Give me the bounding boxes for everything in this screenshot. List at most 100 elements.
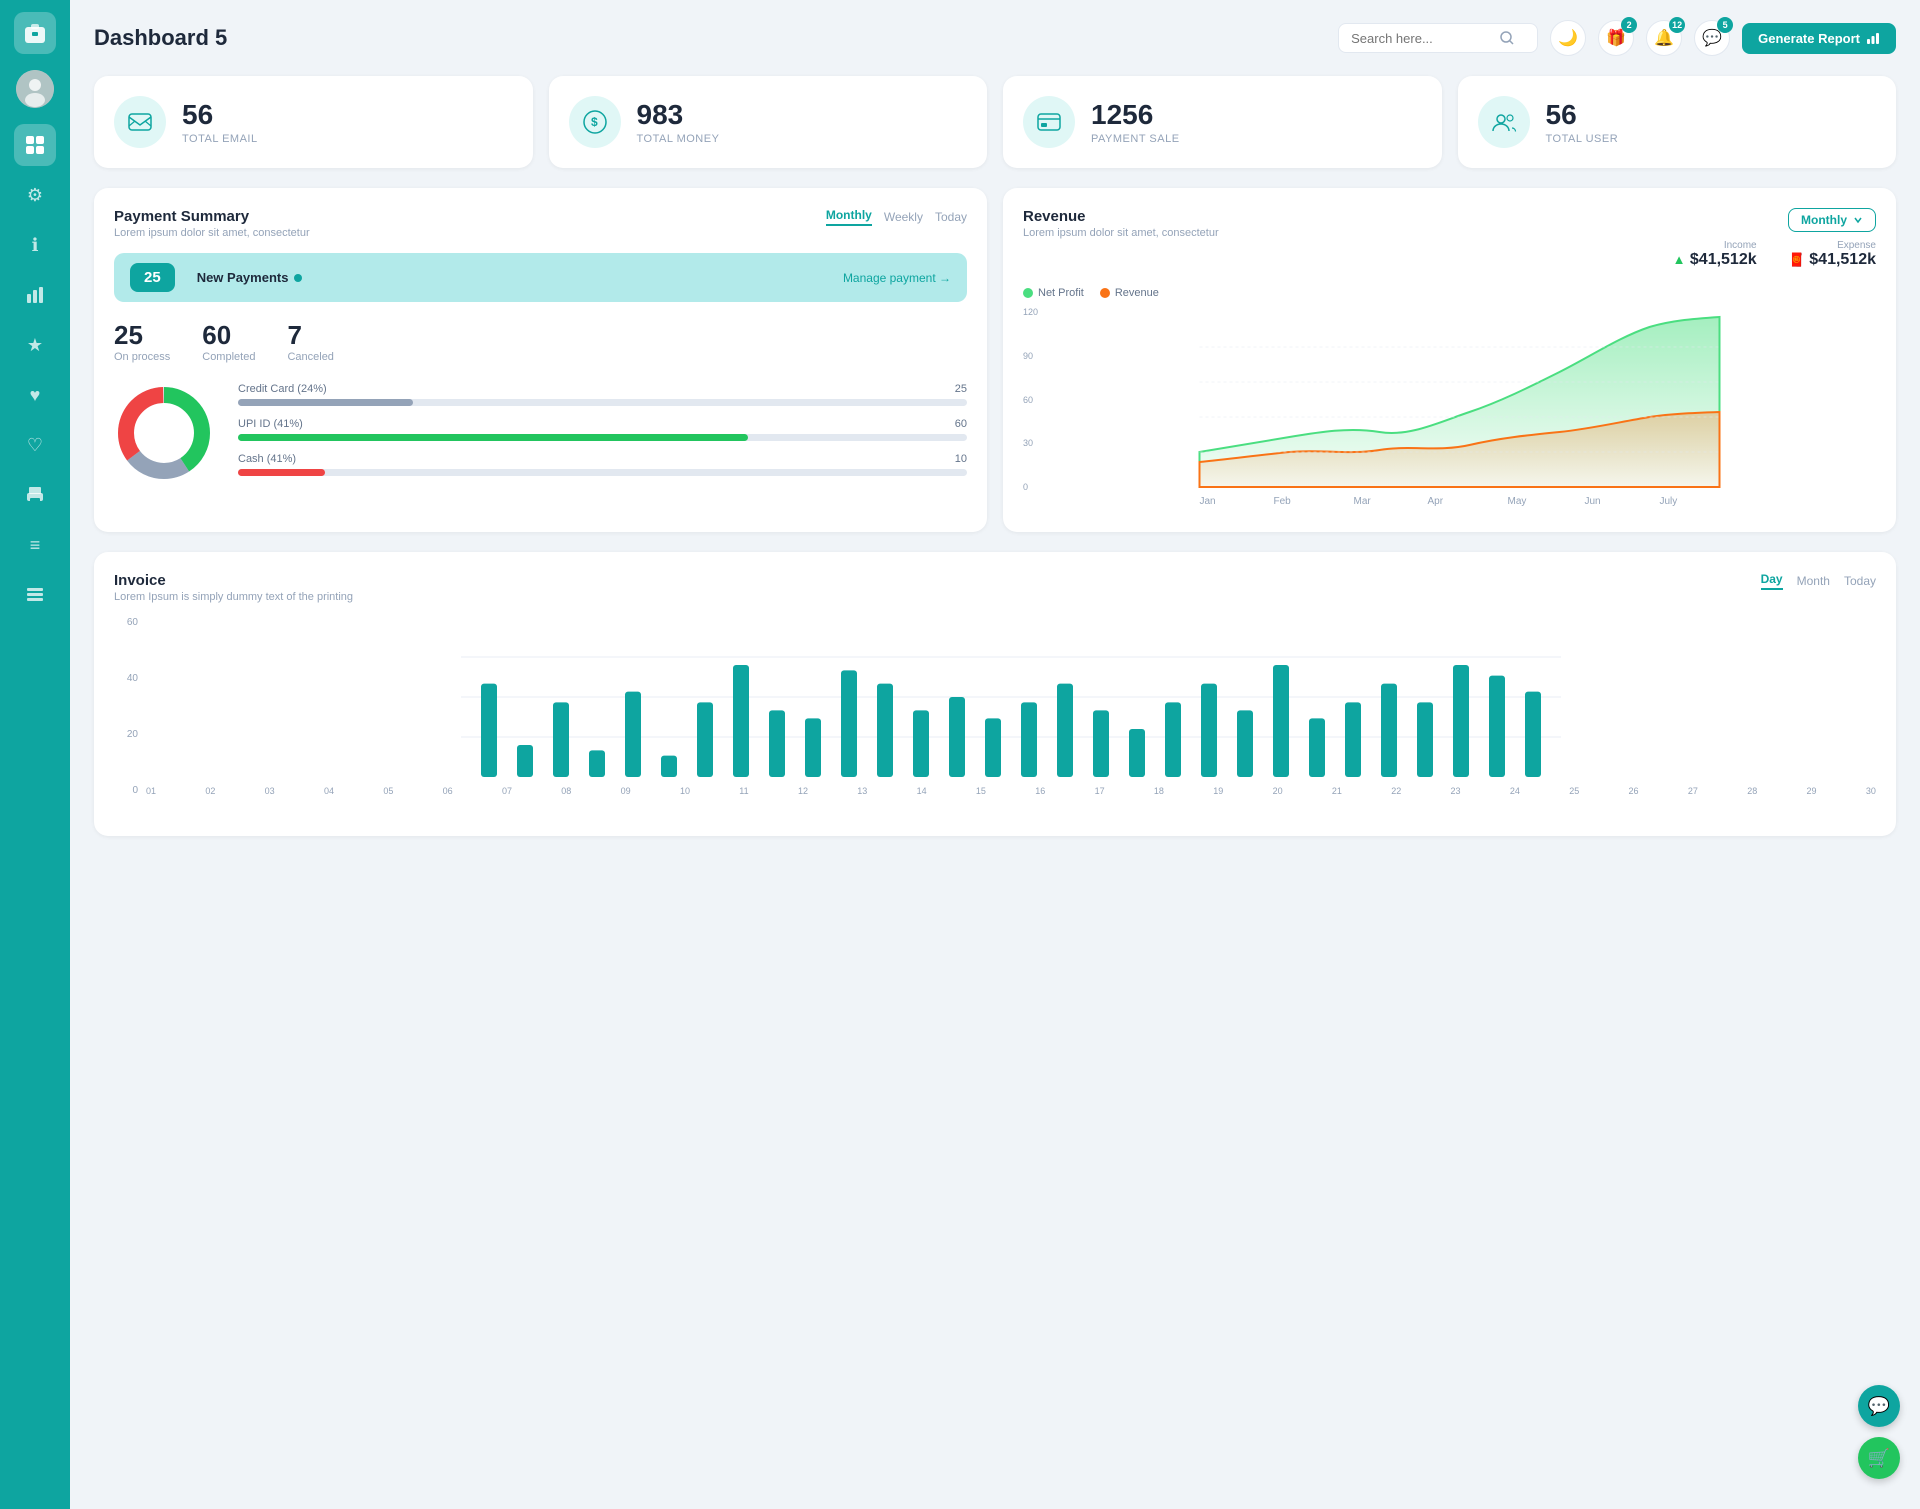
invoice-bar-chart xyxy=(146,617,1876,777)
invoice-bar[interactable] xyxy=(769,710,785,777)
stat-card-user: 56 TOTAL USER xyxy=(1458,76,1897,168)
invoice-bar[interactable] xyxy=(841,670,857,777)
sidebar-item-heart-outline[interactable]: ♡ xyxy=(14,424,56,466)
invoice-bar[interactable] xyxy=(697,702,713,777)
expense-label: Expense xyxy=(1789,240,1876,251)
sidebar-item-info[interactable]: ℹ xyxy=(14,224,56,266)
chat-icon-btn[interactable]: 💬 5 xyxy=(1694,20,1730,56)
page-title: Dashboard 5 xyxy=(94,25,227,51)
canceled-stat: 7 Canceled xyxy=(287,320,333,363)
sidebar-item-dashboard[interactable] xyxy=(14,124,56,166)
svg-text:July: July xyxy=(1660,496,1678,507)
new-payments-count: 25 xyxy=(130,263,175,292)
search-box[interactable] xyxy=(1338,23,1538,53)
stat-user-text: 56 TOTAL USER xyxy=(1546,99,1619,145)
gift-icon-btn[interactable]: 🎁 2 xyxy=(1598,20,1634,56)
payment-summary-title: Payment Summary xyxy=(114,208,310,225)
revenue-legend: Net Profit Revenue xyxy=(1023,287,1876,299)
invoice-bar[interactable] xyxy=(1093,710,1109,777)
progress-credit: Credit Card (24%) 25 xyxy=(238,383,967,406)
stat-email-label: TOTAL EMAIL xyxy=(182,133,258,145)
invoice-tab-month[interactable]: Month xyxy=(1797,574,1830,588)
cash-label: Cash (41%) xyxy=(238,453,296,465)
sidebar-item-chart[interactable] xyxy=(14,274,56,316)
revenue-monthly-dropdown[interactable]: Monthly xyxy=(1788,208,1876,232)
invoice-bar[interactable] xyxy=(481,684,497,777)
user-avatar[interactable] xyxy=(16,70,54,108)
invoice-bar[interactable] xyxy=(805,718,821,777)
sidebar-item-print[interactable] xyxy=(14,474,56,516)
sidebar-item-menu[interactable]: ≡ xyxy=(14,524,56,566)
invoice-y-axis: 0204060 xyxy=(114,617,138,796)
progress-upi: UPI ID (41%) 60 xyxy=(238,418,967,441)
invoice-chart-wrap: 0204060 01020304050607080910111213141516… xyxy=(114,617,1876,816)
invoice-bar[interactable] xyxy=(1417,702,1433,777)
invoice-bar[interactable] xyxy=(1525,692,1541,777)
chat-badge: 5 xyxy=(1717,17,1733,33)
stat-card-payment: 1256 PAYMENT SALE xyxy=(1003,76,1442,168)
invoice-bar[interactable] xyxy=(625,692,641,777)
invoice-header: Invoice Lorem Ipsum is simply dummy text… xyxy=(114,572,1876,603)
income-arrow-icon: ▲ xyxy=(1673,252,1686,267)
svg-text:Jun: Jun xyxy=(1585,496,1601,507)
sidebar-item-star[interactable]: ★ xyxy=(14,324,56,366)
invoice-tab-today[interactable]: Today xyxy=(1844,574,1876,588)
income-expense: Income ▲ $41,512k Expense 🧧 $41,512k xyxy=(1673,240,1876,269)
tab-weekly[interactable]: Weekly xyxy=(884,210,923,224)
invoice-bar[interactable] xyxy=(877,684,893,777)
invoice-bar[interactable] xyxy=(949,697,965,777)
dark-mode-toggle[interactable]: 🌙 xyxy=(1550,20,1586,56)
bell-icon-btn[interactable]: 🔔 12 xyxy=(1646,20,1682,56)
invoice-bar[interactable] xyxy=(553,702,569,777)
stat-card-email: 56 TOTAL EMAIL xyxy=(94,76,533,168)
sidebar-logo[interactable] xyxy=(14,12,56,54)
generate-report-button[interactable]: Generate Report xyxy=(1742,23,1896,54)
sidebar-item-heart-filled[interactable]: ♥ xyxy=(14,374,56,416)
svg-text:Jan: Jan xyxy=(1200,496,1216,507)
search-input[interactable] xyxy=(1351,31,1491,46)
stats-row: 56 TOTAL EMAIL $ 983 TOTAL MONEY xyxy=(94,76,1896,168)
invoice-bar[interactable] xyxy=(1129,729,1145,777)
header-right: 🌙 🎁 2 🔔 12 💬 5 Generate Report xyxy=(1338,20,1896,56)
invoice-bar[interactable] xyxy=(913,710,929,777)
cart-float-btn[interactable]: 🛒 xyxy=(1858,1437,1900,1479)
net-profit-dot xyxy=(1023,288,1033,298)
invoice-bar[interactable] xyxy=(1201,684,1217,777)
invoice-bar[interactable] xyxy=(1489,676,1505,777)
sidebar-item-settings[interactable]: ⚙ xyxy=(14,174,56,216)
canceled-label: Canceled xyxy=(287,351,333,363)
invoice-x-labels: 0102030405060708091011121314151617181920… xyxy=(146,786,1876,796)
credit-count: 25 xyxy=(955,383,967,395)
credit-label: Credit Card (24%) xyxy=(238,383,327,395)
invoice-bar[interactable] xyxy=(985,718,1001,777)
invoice-bar[interactable] xyxy=(589,750,605,777)
invoice-bar[interactable] xyxy=(517,745,533,777)
tab-monthly[interactable]: Monthly xyxy=(826,208,872,226)
invoice-bar[interactable] xyxy=(1057,684,1073,777)
invoice-bar[interactable] xyxy=(1309,718,1325,777)
progress-list: Credit Card (24%) 25 UPI ID (41%) 60 xyxy=(238,383,967,488)
invoice-bar[interactable] xyxy=(1237,710,1253,777)
invoice-bar[interactable] xyxy=(1273,665,1289,777)
legend-revenue: Revenue xyxy=(1100,287,1159,299)
svg-text:Apr: Apr xyxy=(1428,496,1444,507)
sidebar-item-list[interactable] xyxy=(14,574,56,616)
svg-text:Mar: Mar xyxy=(1354,496,1372,507)
invoice-subtitle: Lorem Ipsum is simply dummy text of the … xyxy=(114,591,353,603)
tab-today[interactable]: Today xyxy=(935,210,967,224)
invoice-bar[interactable] xyxy=(661,756,677,777)
invoice-bar[interactable] xyxy=(1345,702,1361,777)
manage-payment-link[interactable]: Manage payment → xyxy=(843,271,951,285)
invoice-bar[interactable] xyxy=(1165,702,1181,777)
invoice-bar[interactable] xyxy=(733,665,749,777)
invoice-tab-day[interactable]: Day xyxy=(1761,572,1783,590)
completed-label: Completed xyxy=(202,351,255,363)
support-float-btn[interactable]: 💬 xyxy=(1858,1385,1900,1427)
new-payments-dot xyxy=(294,274,302,282)
invoice-bar[interactable] xyxy=(1381,684,1397,777)
stat-payment-label: PAYMENT SALE xyxy=(1091,133,1180,145)
bell-badge: 12 xyxy=(1669,17,1685,33)
invoice-bar[interactable] xyxy=(1453,665,1469,777)
revenue-card: Revenue Lorem ipsum dolor sit amet, cons… xyxy=(1003,188,1896,532)
invoice-bar[interactable] xyxy=(1021,702,1037,777)
